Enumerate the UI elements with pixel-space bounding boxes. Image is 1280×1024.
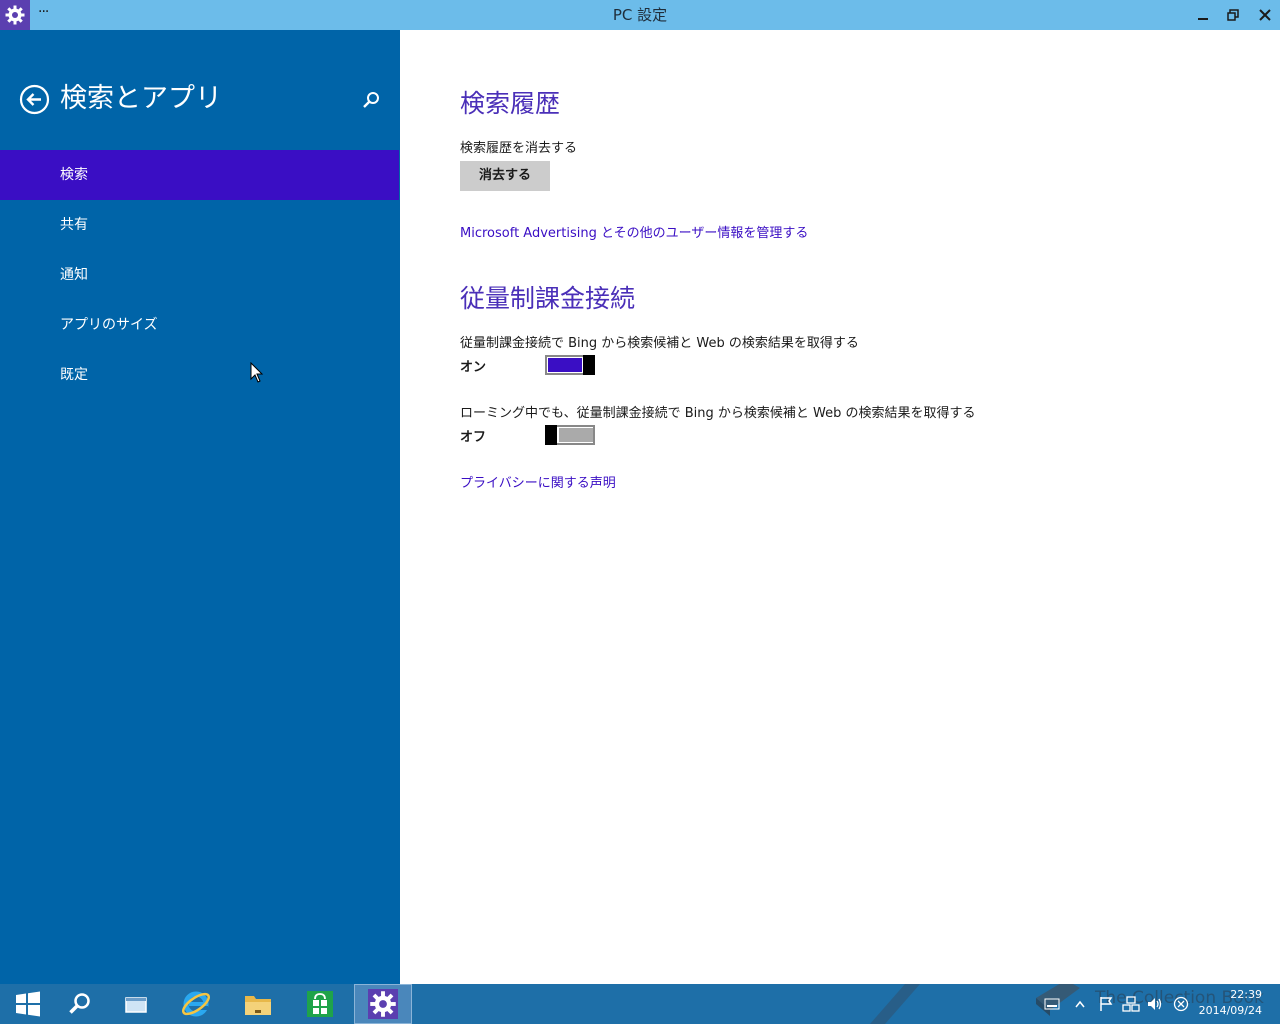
back-arrow-icon — [19, 84, 50, 115]
toggle-fill — [559, 428, 593, 442]
toggle-fill — [548, 358, 582, 372]
sidebar-title: 検索とアプリ — [60, 83, 222, 114]
sidebar-item-defaults[interactable]: 既定 — [0, 350, 399, 400]
settings-icon — [368, 989, 398, 1019]
roaming-toggle[interactable] — [545, 425, 595, 445]
windows-logo-icon — [16, 991, 40, 1017]
action-center-flag-icon[interactable] — [1098, 996, 1114, 1012]
app-settings-icon[interactable] — [0, 0, 30, 30]
toggle-knob — [545, 425, 557, 445]
clear-history-label: 検索履歴を消去する — [460, 141, 578, 156]
metered-connection-heading: 従量制課金接続 — [460, 284, 636, 313]
advertising-settings-link[interactable]: Microsoft Advertising とその他のユーザー情報を管理する — [460, 222, 808, 241]
taskbar-search-button[interactable] — [52, 984, 108, 1024]
privacy-statement-link[interactable]: プライバシーに関する声明 — [460, 472, 616, 491]
store-button[interactable] — [292, 984, 348, 1024]
start-button[interactable] — [0, 984, 56, 1024]
app-menu-button[interactable]: ··· — [38, 4, 49, 20]
metered-toggle-state: オン — [460, 360, 487, 375]
volume-icon[interactable] — [1146, 996, 1164, 1012]
roaming-setting-label: ローミング中でも、従量制課金接続で Bing から検索候補と Web の検索結果… — [460, 406, 976, 421]
file-explorer-icon — [245, 996, 271, 1015]
metered-toggle[interactable] — [545, 355, 595, 375]
keyboard-icon[interactable] — [1044, 998, 1060, 1010]
internet-explorer-button[interactable] — [168, 984, 224, 1024]
metered-setting-label: 従量制課金接続で Bing から検索候補と Web の検索結果を取得する — [460, 336, 859, 351]
clock-date: 2014/09/24 — [1198, 1004, 1262, 1017]
minimize-button[interactable] — [1188, 0, 1218, 30]
store-icon — [307, 991, 333, 1017]
settings-taskbar-button[interactable] — [354, 984, 412, 1024]
search-history-heading: 検索履歴 — [460, 89, 561, 118]
minimize-icon — [1198, 18, 1208, 20]
taskbar-clock[interactable]: 22:39 2014/09/24 — [1199, 987, 1262, 1019]
sidebar: 検索とアプリ 検索 共有 通知 アプリのサイズ 既定 — [0, 30, 400, 984]
close-button[interactable] — [1250, 0, 1280, 30]
back-button[interactable] — [19, 84, 50, 115]
mouse-cursor-icon — [250, 362, 264, 383]
taskbar-decoration — [870, 984, 920, 1024]
network-icon[interactable] — [1122, 996, 1140, 1012]
search-button[interactable] — [360, 90, 382, 112]
file-explorer-button[interactable] — [230, 984, 286, 1024]
search-icon — [363, 92, 379, 108]
internet-explorer-icon — [181, 991, 211, 1017]
toggle-knob — [583, 355, 595, 375]
search-icon — [69, 993, 90, 1014]
show-hidden-icons-icon[interactable] — [1075, 1000, 1085, 1008]
window-title: PC 設定 — [612, 6, 668, 24]
notification-status-icon[interactable] — [1173, 996, 1189, 1012]
restore-button[interactable] — [1218, 0, 1248, 30]
task-view-icon — [125, 997, 147, 1013]
roaming-toggle-state: オフ — [460, 430, 487, 445]
taskbar: The Collection Book 22:39 2014/09/24 — [0, 984, 1280, 1024]
restore-icon — [1227, 9, 1239, 21]
sidebar-item-share[interactable]: 共有 — [0, 200, 399, 250]
clear-history-button[interactable]: 消去する — [460, 161, 550, 191]
close-icon — [1259, 9, 1271, 21]
title-bar: ··· PC 設定 — [0, 0, 1280, 30]
sidebar-item-app-sizes[interactable]: アプリのサイズ — [0, 300, 399, 350]
sidebar-item-notifications[interactable]: 通知 — [0, 250, 399, 300]
clock-time: 22:39 — [1230, 988, 1262, 1001]
sidebar-item-search[interactable]: 検索 — [0, 150, 399, 200]
task-view-button[interactable] — [108, 984, 164, 1024]
